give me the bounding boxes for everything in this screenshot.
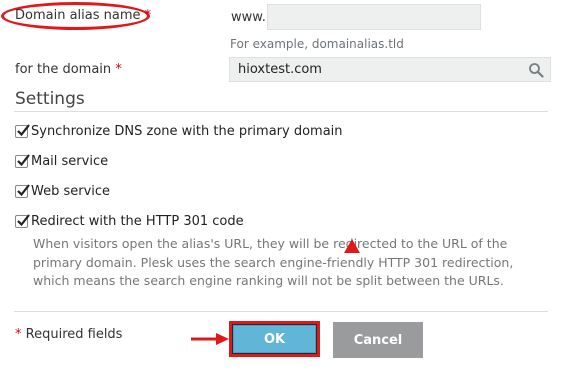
domain-select-value: hioxtest.com (238, 62, 322, 77)
checkbox-sync-dns[interactable] (15, 124, 30, 138)
alias-hint: For example, domainalias.tld (230, 37, 404, 51)
domain-label-text: for the domain (15, 62, 112, 77)
ok-button[interactable]: OK (233, 325, 316, 353)
alias-prefix: www. (231, 10, 266, 25)
triangle-up-icon (344, 239, 360, 253)
option-redirect-301-label: Redirect with the HTTP 301 code (31, 214, 244, 229)
alias-label: Domain alias name * (15, 8, 151, 23)
option-web-service[interactable]: Web service (15, 184, 110, 199)
option-mail-service[interactable]: Mail service (15, 154, 108, 169)
checkbox-web-service[interactable] (15, 184, 30, 198)
cancel-button[interactable]: Cancel (333, 322, 423, 358)
required-mark: * (115, 62, 122, 77)
redirect-description: When visitors open the alias's URL, they… (33, 236, 514, 288)
alias-label-text: Domain alias name (15, 8, 141, 23)
checkmark-icon (17, 214, 30, 227)
option-redirect-301[interactable]: Redirect with the HTTP 301 code (15, 214, 244, 229)
option-sync-dns-label: Synchronize DNS zone with the primary do… (31, 124, 343, 139)
domain-label: for the domain * (15, 62, 122, 77)
settings-divider (14, 111, 548, 112)
domain-select[interactable]: hioxtest.com (229, 57, 551, 82)
search-icon[interactable] (528, 62, 544, 78)
footer-divider (14, 311, 548, 312)
checkbox-mail-service[interactable] (15, 154, 30, 168)
option-sync-dns[interactable]: Synchronize DNS zone with the primary do… (15, 124, 343, 139)
required-note-text: Required fields (25, 327, 123, 342)
checkmark-icon (17, 124, 30, 137)
required-mark: * (15, 327, 22, 342)
required-note: * Required fields (15, 327, 122, 342)
arrow-right-icon (191, 333, 229, 345)
checkmark-icon (17, 184, 30, 197)
required-mark: * (144, 8, 152, 23)
alias-input[interactable] (267, 4, 481, 30)
option-web-service-label: Web service (31, 184, 111, 199)
checkbox-redirect-301[interactable] (15, 214, 30, 228)
checkmark-icon (17, 154, 30, 167)
option-mail-service-label: Mail service (31, 154, 109, 169)
settings-title: Settings (15, 89, 85, 109)
